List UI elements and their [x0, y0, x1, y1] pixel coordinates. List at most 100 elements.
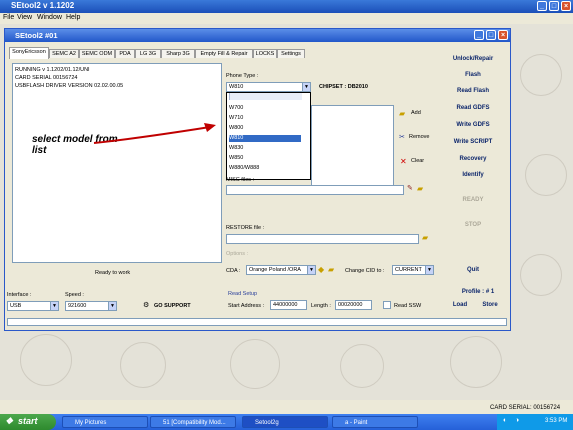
read-ssw-checkbox[interactable] — [383, 301, 391, 309]
list-scrollbar[interactable] — [229, 93, 302, 100]
minimize-icon[interactable]: _ — [537, 1, 547, 11]
write-script-button[interactable]: Write SCRIPT — [438, 139, 508, 145]
read-gdfs-button[interactable]: Read GDFS — [438, 105, 508, 111]
phone-type-select[interactable]: W810 ▼ — [226, 82, 311, 92]
menu-view[interactable]: View — [17, 14, 32, 21]
tab-lg-3g[interactable]: LG 3G — [135, 49, 161, 58]
folder-open-icon[interactable]: ▰ — [422, 233, 428, 242]
cda-apply-icon[interactable]: ◆ — [318, 265, 324, 274]
load-button[interactable]: Load — [445, 302, 475, 308]
change-cid-select[interactable]: CURRENT ▼ — [392, 265, 434, 275]
chevron-down-icon[interactable]: ▼ — [50, 302, 58, 310]
tab-pda[interactable]: PDA — [115, 49, 135, 58]
quit-button[interactable]: Quit — [438, 267, 508, 273]
inner-maximize-icon[interactable]: □ — [486, 30, 496, 40]
taskbar-item-my-pictures[interactable]: My Pictures — [62, 416, 148, 428]
cda-select[interactable]: Orange Poland /ORA ▼ — [246, 265, 316, 275]
tab-settings[interactable]: Settings — [277, 49, 305, 58]
inner-title-bar: SEtool2 #01 _ □ × — [5, 29, 510, 42]
list-item[interactable]: W800 — [229, 125, 301, 132]
outer-window-title: SEtool2 v 1.1202 — [11, 1, 75, 10]
change-cid-value: CURRENT — [395, 267, 422, 273]
restore-file-label: RESTORE file : — [226, 225, 265, 231]
start-label: start — [18, 416, 38, 426]
outer-title-bar: SEtool2 v 1.1202 _ □ × — [0, 0, 573, 13]
cda-label: CDA : — [226, 268, 241, 274]
pen-icon[interactable]: ✎ — [407, 184, 413, 192]
start-address-input[interactable]: 44000000 — [270, 300, 307, 310]
list-item[interactable]: W880/W888 — [229, 165, 301, 172]
cda-folder-icon[interactable]: ▰ — [328, 265, 334, 274]
tab-sonyericsson[interactable]: SonyEricsson — [9, 47, 49, 59]
read-ssw-label: Read SSW — [394, 303, 422, 309]
close-icon[interactable]: × — [561, 1, 571, 11]
folder-open-icon[interactable]: ▰ — [417, 184, 423, 193]
list-item[interactable]: W830 — [229, 145, 301, 152]
tray-icon[interactable]: ◐ — [503, 417, 507, 424]
tab-locks[interactable]: LOCKS — [253, 49, 277, 58]
ready-button[interactable]: READY — [438, 197, 508, 203]
add-button[interactable]: Add — [411, 110, 421, 116]
progress-bar — [7, 318, 507, 326]
menu-help[interactable]: Help — [66, 14, 80, 21]
speed-select[interactable]: 921600 ▼ — [65, 301, 117, 311]
write-gdfs-button[interactable]: Write GDFS — [438, 122, 508, 128]
restore-file-input[interactable] — [226, 234, 419, 244]
windows-logo-icon: ❖ — [5, 416, 14, 426]
list-item[interactable]: W710 — [229, 115, 301, 122]
remove-button[interactable]: Remove — [409, 134, 429, 140]
length-input[interactable]: 00020000 — [335, 300, 372, 310]
profile-label: Profile : # 1 — [461, 289, 495, 295]
phone-type-label: Phone Type : — [226, 73, 259, 79]
go-support-button[interactable]: GO SUPPORT — [154, 303, 191, 309]
misc-files-input[interactable] — [226, 185, 404, 195]
interface-label: Interface : — [7, 292, 32, 298]
chevron-down-icon[interactable]: ▼ — [302, 83, 310, 91]
inner-minimize-icon[interactable]: _ — [474, 30, 484, 40]
chevron-down-icon[interactable]: ▼ — [108, 302, 116, 310]
tray-icon[interactable]: ◑ — [515, 417, 519, 424]
start-button[interactable]: start ❖ — [0, 414, 56, 430]
files-box[interactable] — [311, 105, 394, 195]
list-item[interactable]: W700 — [229, 105, 301, 112]
start-address-label: Start Address : — [228, 303, 265, 309]
tab-sharp-3g[interactable]: Sharp 3G — [161, 49, 195, 58]
list-item[interactable]: W850 — [229, 155, 301, 162]
flash-button[interactable]: Flash — [438, 72, 508, 78]
identify-button[interactable]: Identify — [438, 172, 508, 178]
recovery-button[interactable]: Recovery — [438, 156, 508, 162]
log-line: USBFLASH DRIVER VERSION 02.02.00.05 — [15, 83, 124, 89]
chevron-down-icon[interactable]: ▼ — [307, 266, 315, 274]
chevron-down-icon[interactable]: ▼ — [425, 266, 433, 274]
options-label: Options : — [226, 251, 249, 257]
tab-semc-odm[interactable]: SEMC ODM — [79, 49, 115, 58]
log-panel[interactable]: RUNNING v 1.1202/01.12/UNI CARD SERIAL 0… — [12, 63, 222, 263]
maximize-icon[interactable]: □ — [549, 1, 559, 11]
taskbar-item-setool[interactable]: Setool2g — [242, 416, 328, 428]
read-flash-button[interactable]: Read Flash — [438, 88, 508, 94]
taskbar-item-word[interactable]: 51 [Compatibility Mod... — [150, 416, 236, 428]
unlock-repair-button[interactable]: Unlock/Repair — [438, 56, 508, 62]
log-line: CARD SERIAL 00156724 — [15, 75, 78, 81]
store-button[interactable]: Store — [475, 302, 505, 308]
misc-files-label: MISC files : — [226, 177, 255, 183]
tab-empty-fill-repair[interactable]: Empty Fill & Repair — [195, 49, 253, 58]
stop-button[interactable]: STOP — [438, 222, 508, 228]
menu-window[interactable]: Window — [37, 14, 62, 21]
list-item-selected[interactable]: W810 — [229, 135, 301, 142]
interface-value: USB — [10, 303, 22, 309]
interface-select[interactable]: USB ▼ — [7, 301, 59, 311]
clear-button[interactable]: Clear — [411, 158, 424, 164]
read-setup-label: Read Setup — [228, 291, 258, 297]
inner-close-icon[interactable]: × — [498, 30, 508, 40]
phone-model-list[interactable]: W660 W700 W710 W800 W810 W830 W850 W880/… — [226, 92, 311, 180]
inner-window-title: SEtool2 #01 — [15, 31, 58, 40]
support-icon: ⚙ — [143, 302, 150, 309]
cda-value: Orange Poland /ORA — [249, 267, 301, 273]
remove-icon: ✂ — [399, 134, 405, 141]
speed-value: 921600 — [68, 303, 87, 309]
menu-file[interactable]: File — [3, 14, 14, 21]
taskbar-item-paint[interactable]: a - Paint — [332, 416, 418, 428]
tab-semc-a2[interactable]: SEMC A2 — [49, 49, 79, 58]
phone-type-value: W810 — [229, 84, 244, 90]
